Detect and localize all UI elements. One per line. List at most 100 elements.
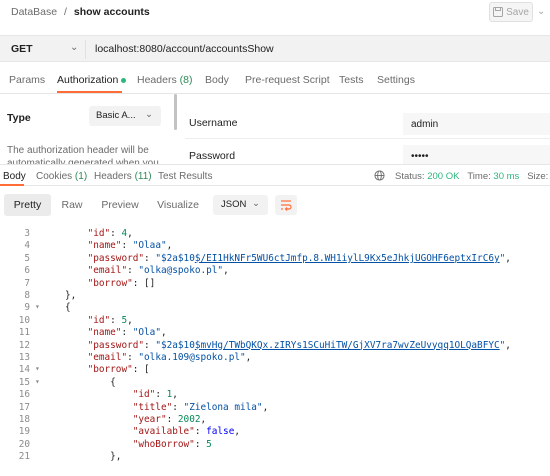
active-tab-underline — [57, 91, 122, 93]
line-number: 3 — [24, 228, 30, 239]
line-number: 15 — [18, 376, 30, 388]
code-token: , — [234, 426, 241, 438]
view-mode-bar: Pretty Raw Preview Visualize JSON ⌄ — [0, 190, 550, 220]
username-field[interactable]: admin — [403, 113, 550, 135]
code-text: "whoBorrow": 5 — [65, 439, 212, 450]
format-select[interactable]: JSON ⌄ — [213, 195, 268, 215]
code-token: : — [194, 438, 207, 450]
chevron-down-icon[interactable]: ⌄ — [537, 6, 545, 17]
tab-authorization-label: Authorization — [57, 74, 119, 86]
save-icon — [493, 7, 504, 17]
chevron-down-icon[interactable]: ⌄ — [70, 42, 78, 53]
tab-authorization[interactable]: Authorization — [57, 74, 127, 86]
code-line: 18 "year": 2002, — [0, 414, 550, 426]
code-line: 16 "id": 1, — [0, 389, 550, 401]
code-text: }, — [65, 290, 76, 301]
chevron-down-icon: ⌄ — [252, 198, 260, 209]
chevron-down-icon: ⌄ — [145, 109, 153, 120]
line-number: 10 — [18, 314, 30, 326]
code-line: 13 "email": "olka.109@spoko.pl", — [0, 352, 550, 364]
code-text: }, — [65, 451, 121, 462]
code-token: : — [166, 414, 178, 425]
code-token: "borrow" — [87, 277, 133, 289]
code-line: 4 "name": "Olaa", — [0, 240, 550, 252]
status-value[interactable]: 200 OK — [427, 171, 459, 182]
code-token: "year" — [132, 414, 167, 425]
tab-response-headers[interactable]: Headers (11) — [94, 171, 152, 182]
breadcrumb-separator: / — [64, 6, 67, 18]
view-pretty-button[interactable]: Pretty — [4, 194, 51, 216]
save-button[interactable]: Save — [489, 2, 533, 22]
view-raw-button[interactable]: Raw — [56, 194, 88, 216]
code-token: { — [110, 376, 116, 388]
tab-headers[interactable]: Headers (8) — [137, 74, 192, 86]
code-token: "Ola" — [132, 327, 161, 339]
fold-arrow-icon[interactable]: ▾ — [35, 377, 40, 386]
url-input[interactable]: localhost:8080/account/accountsShow — [95, 43, 274, 55]
code-token: , — [172, 389, 178, 401]
code-text: "available": false, — [65, 426, 240, 437]
code-line: 6 "email": "olka@spoko.pl", — [0, 265, 550, 277]
authorization-panel: Type Basic A... ⌄ The authorization head… — [0, 94, 550, 164]
code-token: , — [245, 352, 252, 363]
code-token: "id" — [132, 389, 156, 401]
fold-arrow-icon[interactable]: ▾ — [35, 302, 40, 311]
auth-type-select[interactable]: Basic A... ⌄ — [89, 106, 161, 126]
tab-params[interactable]: Params — [9, 74, 45, 86]
code-token: "password" — [87, 339, 145, 351]
tab-test-results[interactable]: Test Results — [158, 171, 212, 182]
code-token: "title" — [132, 401, 173, 413]
globe-icon[interactable] — [374, 170, 385, 181]
code-token: "Olaa" — [132, 240, 167, 252]
password-field[interactable]: ••••• — [403, 145, 550, 164]
code-token: , — [223, 265, 229, 277]
code-text: "year": 2002, — [65, 414, 206, 425]
tab-cookies[interactable]: Cookies (1) — [36, 171, 87, 182]
fold-arrow-icon[interactable]: ▾ — [35, 364, 40, 373]
line-number: 21 — [18, 451, 30, 463]
method-select[interactable]: GET — [11, 43, 33, 55]
type-label: Type — [7, 112, 31, 124]
url-bar: GET ⌄ localhost:8080/account/accountsSho… — [0, 35, 550, 62]
code-token[interactable]: $mvHg/TWbQKQx.zIRYs1SCuHiTW/GjXV7ra7wvZe… — [195, 340, 500, 351]
code-line: 10 "id": 5, — [0, 315, 550, 327]
code-token: "borrow" — [87, 364, 133, 376]
code-text: "password": "$2a$10$/EI1HkNFr5WU6ctJmfp.… — [65, 253, 511, 264]
tab-pre-request-script[interactable]: Pre-request Script — [245, 74, 330, 86]
code-token: "name" — [87, 240, 122, 252]
code-token: 2002 — [177, 414, 201, 425]
code-token: : — [155, 389, 167, 401]
line-number: 20 — [18, 438, 30, 450]
line-number: 19 — [18, 426, 30, 438]
tab-tests[interactable]: Tests — [339, 74, 364, 86]
tab-response-body[interactable]: Body — [3, 171, 26, 182]
code-token: "available" — [132, 426, 195, 438]
breadcrumb-collection[interactable]: DataBase — [11, 6, 57, 18]
code-token: , — [160, 327, 167, 339]
code-token: , — [127, 228, 133, 239]
view-preview-button[interactable]: Preview — [96, 194, 144, 216]
panel-resize-handle[interactable] — [174, 94, 177, 130]
code-line: 14 ▾ "borrow": [ — [0, 364, 550, 376]
code-token: "whoBorrow" — [132, 438, 195, 450]
code-text: "name": "Ola", — [65, 327, 167, 338]
top-bar: DataBase / show accounts Save ⌄ — [0, 0, 550, 26]
code-line: 5 "password": "$2a$10$/EI1HkNFr5WU6ctJmf… — [0, 253, 550, 265]
code-token: : — [144, 339, 156, 351]
line-number: 13 — [18, 352, 30, 363]
code-token: , — [166, 240, 173, 252]
wrap-lines-icon[interactable] — [275, 195, 297, 215]
view-visualize-button[interactable]: Visualize — [152, 194, 204, 216]
active-indicator-dot — [121, 77, 127, 83]
code-text: "name": "Olaa", — [65, 240, 173, 252]
code-token[interactable]: $/EI1HkNFr5WU6ctJmfp.8.WH1iylL9Kx5eJhkjU… — [195, 253, 500, 264]
tab-headers-label: Headers — [137, 74, 177, 86]
code-token: "email" — [87, 352, 128, 363]
tab-body[interactable]: Body — [205, 74, 229, 86]
line-number: 17 — [18, 401, 30, 413]
line-number: 12 — [18, 339, 30, 351]
tab-settings[interactable]: Settings — [377, 74, 415, 86]
code-text: "title": "Zielona mila", — [65, 401, 269, 413]
response-body-editor[interactable]: 3 "id": 4, 4 "name": "Olaa", 5 "password":… — [0, 225, 550, 476]
time-value[interactable]: 30 ms — [493, 171, 519, 182]
